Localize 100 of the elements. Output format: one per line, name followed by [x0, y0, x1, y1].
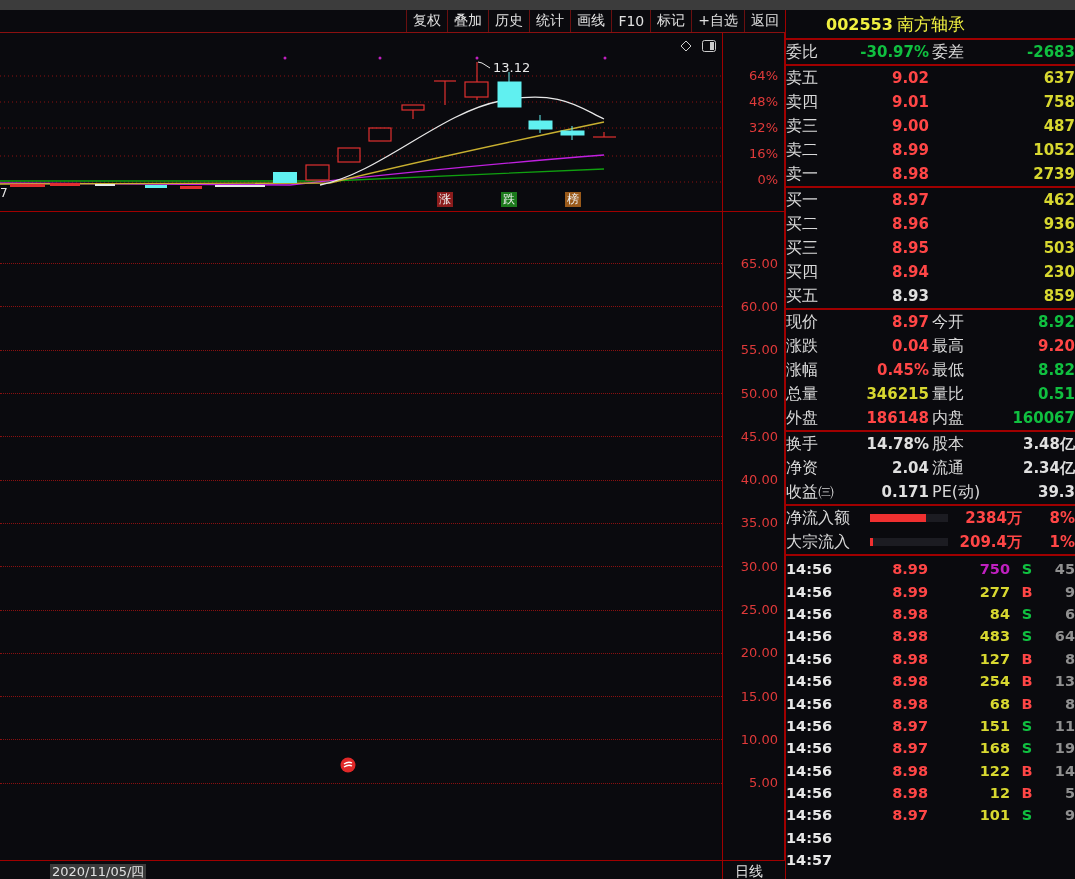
field-label: PE(动)	[931, 481, 982, 503]
flow-amount: 209.4万	[958, 532, 1022, 552]
ball-icon[interactable]	[340, 757, 356, 773]
trade-price: 8.98	[891, 605, 928, 622]
trade-volume: 254	[978, 673, 1010, 690]
field-value: -30.97%	[859, 43, 929, 61]
order-price: 8.94	[891, 263, 929, 281]
field-value: 186148	[865, 409, 929, 427]
order-volume: 1052	[1032, 141, 1075, 159]
field-label: 最高	[931, 335, 965, 357]
trade-price: 8.98	[891, 673, 928, 690]
order-volume: 487	[1042, 117, 1075, 135]
trade-time: 14:56	[786, 717, 834, 734]
candle	[592, 131, 617, 138]
order-level-label: 买四	[786, 261, 819, 283]
trade-price: 8.98	[891, 695, 928, 712]
signal-dot	[475, 56, 479, 60]
axis-label: 48%	[749, 93, 779, 111]
trade-volume: 127	[978, 650, 1010, 667]
trade-side: S	[1020, 740, 1034, 757]
field-label: 现价	[786, 311, 819, 333]
signal-dot	[283, 56, 287, 60]
order-volume: 859	[1042, 287, 1075, 305]
field-label: 今开	[931, 311, 965, 333]
order-level-label: 卖四	[786, 91, 819, 113]
high-price-label: 13.12	[493, 60, 531, 75]
trade-count: 13	[1053, 673, 1075, 690]
field-value: 14.78%	[865, 435, 929, 453]
field-label: 股本	[931, 433, 965, 455]
stock-code: 002553	[826, 14, 893, 34]
trade-time: 14:56	[786, 740, 834, 757]
signal-tag[interactable]: 榜	[565, 192, 581, 207]
candle	[497, 71, 522, 108]
axis-label: 55.00	[740, 341, 779, 360]
candle	[337, 147, 361, 163]
trade-count: 9	[1063, 807, 1075, 824]
signal-tag[interactable]: 跌	[501, 192, 517, 207]
period-label[interactable]: 日线	[735, 863, 763, 879]
leader-line	[477, 61, 491, 69]
axis-label: 20.00	[740, 644, 779, 663]
field-label: 委差	[931, 41, 965, 63]
candle	[10, 184, 45, 187]
flow-percent: 8%	[1048, 509, 1075, 527]
trade-time: 14:56	[786, 673, 834, 690]
order-level-label: 买三	[786, 237, 819, 259]
order-volume: 2739	[1032, 165, 1075, 183]
panel-toggle-icon[interactable]	[702, 40, 716, 52]
candle	[464, 61, 489, 101]
field-value: 160067	[1011, 409, 1075, 427]
order-price: 9.01	[891, 93, 929, 111]
trade-time: 14:57	[786, 852, 834, 869]
trade-time: 14:56	[786, 605, 834, 622]
flow-percent: 1%	[1048, 533, 1075, 551]
field-label: 最低	[931, 359, 965, 381]
trade-price: 8.97	[891, 740, 928, 757]
signal-tag[interactable]: 涨	[437, 192, 453, 207]
order-volume: 936	[1042, 215, 1075, 233]
trade-side: S	[1020, 628, 1034, 645]
date-label: 2020/11/05/四	[50, 864, 147, 879]
field-value: 39.3	[1037, 483, 1075, 501]
order-price: 9.00	[891, 117, 929, 135]
trade-count: 14	[1053, 762, 1075, 779]
trade-side: B	[1020, 695, 1034, 712]
signal-dot	[378, 56, 382, 60]
field-label: 涨跌	[786, 335, 819, 357]
field-label: 收益㈢	[786, 481, 834, 503]
order-price: 8.96	[891, 215, 929, 233]
field-value: 8.97	[891, 313, 929, 331]
field-value: 0.04	[891, 337, 929, 355]
trade-price: 8.97	[891, 807, 928, 824]
trade-time: 14:56	[786, 695, 834, 712]
trade-volume: 168	[978, 740, 1010, 757]
trade-side: S	[1020, 717, 1034, 734]
field-value: 2.04	[891, 459, 929, 477]
candle	[50, 183, 80, 186]
field-value: 8.82	[1037, 361, 1075, 379]
trade-price: 8.97	[891, 717, 928, 734]
trade-price: 8.99	[891, 583, 928, 600]
candle	[528, 114, 553, 134]
axis-label: 65.00	[740, 254, 779, 273]
field-value: -2683	[1026, 43, 1075, 61]
trade-volume: 750	[978, 561, 1010, 578]
order-level-label: 卖三	[786, 115, 819, 137]
axis-label: 30.00	[740, 557, 779, 576]
field-label: 量比	[931, 383, 965, 405]
trade-price: 8.98	[891, 785, 928, 802]
field-label: 内盘	[931, 407, 965, 429]
field-value: 0.171	[880, 483, 929, 501]
axis-label: 32%	[749, 119, 779, 137]
chart-value-label: 7	[0, 186, 8, 200]
order-volume: 462	[1042, 191, 1075, 209]
axis-label: 35.00	[740, 514, 779, 533]
diamond-icon[interactable]	[680, 40, 692, 52]
trade-price: 8.98	[891, 650, 928, 667]
candle	[560, 125, 585, 141]
field-label: 涨幅	[786, 359, 819, 381]
order-price: 8.97	[891, 191, 929, 209]
trade-volume: 277	[978, 583, 1010, 600]
trade-side: S	[1020, 807, 1034, 824]
field-value: 2.34亿	[1022, 458, 1075, 478]
